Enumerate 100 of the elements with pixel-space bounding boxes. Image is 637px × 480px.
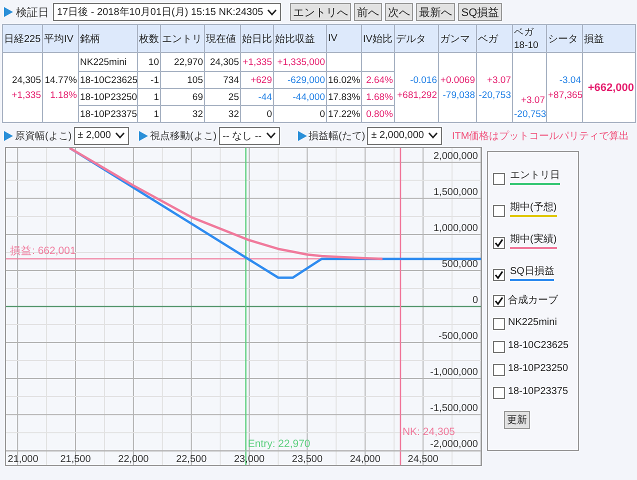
table-cell: 105: [160, 72, 204, 88]
table-cell: -1: [138, 72, 160, 88]
table-cell: 18-10P23250: [78, 88, 138, 106]
table-cell: NK225mini: [78, 52, 138, 72]
table-cell: 22,970: [160, 52, 204, 72]
cell-value: +1,335: [10, 88, 41, 102]
cell-value: 14.77%: [44, 74, 77, 88]
cell-value: +87,365: [548, 88, 581, 102]
table-cell: 24,305: [204, 52, 240, 72]
reference-label: Entry: 22,970: [248, 438, 310, 450]
control-label: 原資幅(よこ): [15, 130, 72, 142]
column-header: ガンマ: [438, 24, 476, 52]
column-header: ベガ 18-10: [512, 24, 546, 52]
dropdown[interactable]: 17日後 - 2018年10月01日(月) 15:15 NK:24305: [53, 3, 282, 21]
column-header: シータ: [546, 24, 582, 52]
table-cell: 17.83%: [326, 88, 362, 106]
legend-label: 18-10P23250: [508, 363, 568, 374]
table-cell: 32: [204, 106, 240, 122]
nav-button[interactable]: SQ損益: [458, 3, 502, 21]
axis-label: 1,500,000: [434, 187, 478, 198]
table-cell: 0: [274, 106, 326, 122]
legend-label: 18-10P23375: [508, 386, 568, 397]
column-header: 現在値: [204, 24, 240, 52]
axis-label: 0: [472, 295, 478, 306]
table-cell: 32: [160, 106, 204, 122]
table-cell: 25: [204, 88, 240, 106]
table-cell: 18-10C23625: [78, 72, 138, 88]
date-label: 検証日: [16, 6, 49, 20]
axis-label: 24,500: [408, 454, 438, 465]
axis-label: 1,000,000: [434, 223, 478, 234]
axis-label: -500,000: [438, 331, 478, 342]
cell-value: -0.016: [409, 74, 437, 88]
table-cell: 734: [204, 72, 240, 88]
axis-label: 24,000: [350, 454, 380, 465]
table-cell: +1,335: [240, 52, 274, 72]
table-cell: 69: [160, 88, 204, 106]
legend-label: 期中(実績): [510, 232, 557, 246]
dropdown[interactable]: -- なし --: [218, 126, 280, 144]
legend-label: 合成カーブ: [508, 294, 558, 306]
table-cell: 1: [138, 88, 160, 106]
table-cell: 17.22%: [326, 106, 362, 122]
axis-label: 22,500: [176, 454, 207, 465]
control-label: 損益幅(たて): [308, 130, 366, 142]
reference-label: 損益: 662,001: [10, 244, 76, 257]
column-header: 始比収益: [274, 24, 326, 52]
legend-label: 18-10C23625: [508, 340, 569, 351]
dropdown[interactable]: ± 2,000: [74, 126, 129, 144]
control-label: 視点移動(よこ): [150, 130, 217, 142]
note-text: ITM価格はプットコールパリティで算出: [452, 130, 630, 142]
axis-label: 500,000: [442, 259, 478, 270]
nav-button[interactable]: 最新へ: [416, 3, 456, 21]
cell-value: +3.07: [520, 94, 545, 108]
axis-label: 23,500: [292, 454, 323, 465]
column-header: デルタ: [394, 24, 438, 52]
cell-value: +681,292: [396, 88, 437, 102]
cell-value: -20,753: [514, 108, 545, 122]
axis-label: -2,000,000: [430, 439, 478, 450]
table-cell: +629: [240, 72, 274, 88]
legend-label: NK225mini: [508, 317, 557, 328]
table-cell: 0: [240, 106, 274, 122]
column-header: IV: [326, 24, 362, 52]
update-button[interactable]: 更新: [504, 411, 530, 429]
cell-value: +3.07: [486, 74, 511, 88]
cell-value: -20,753: [478, 88, 511, 102]
column-header: IV始比: [362, 24, 394, 52]
nav-button[interactable]: 前へ: [354, 3, 382, 21]
total-pnl: +662,000: [588, 82, 634, 94]
nav-button[interactable]: 次へ: [385, 3, 414, 21]
cell-value: 1.18%: [49, 88, 77, 102]
column-header: エントリ: [160, 24, 204, 52]
column-header: 日経225: [2, 24, 42, 52]
table-cell: -44: [240, 88, 274, 106]
axis-label: 21,500: [60, 454, 91, 465]
cell-value: +0.0069: [440, 74, 475, 88]
reference-label: NK: 24,305: [402, 426, 456, 438]
cell-value: 24,305: [10, 74, 41, 88]
table-cell: -629,000: [274, 72, 326, 88]
axis-label: -1,000,000: [430, 367, 478, 378]
column-header: 平均IV: [42, 24, 78, 52]
table-cell: -44,000: [274, 88, 326, 106]
table-cell: +1,335,000: [274, 52, 326, 72]
cell-value: -3.04: [558, 74, 581, 88]
axis-label: 21,000: [8, 454, 38, 465]
axis-label: 2,000,000: [434, 151, 478, 162]
column-header: 損益: [582, 24, 636, 52]
dropdown[interactable]: ± 2,000,000: [367, 126, 442, 144]
table-cell: 18-10P23375: [78, 106, 138, 122]
axis-label: -1,500,000: [430, 403, 478, 414]
legend-label: SQ日損益: [510, 264, 554, 278]
column-header: 枚数: [138, 24, 160, 52]
legend-label: 期中(予想): [510, 200, 557, 214]
table-cell: 10: [138, 52, 160, 72]
cell-value: -79,038: [442, 88, 475, 102]
table-cell: 16.02%: [326, 72, 362, 88]
column-header: ベガ: [476, 24, 512, 52]
column-header: 銘柄: [78, 24, 138, 52]
nav-button[interactable]: エントリへ: [290, 3, 352, 21]
axis-label: 22,000: [118, 454, 149, 465]
table-cell: 1: [138, 106, 160, 122]
legend-label: エントリ日: [510, 168, 560, 182]
